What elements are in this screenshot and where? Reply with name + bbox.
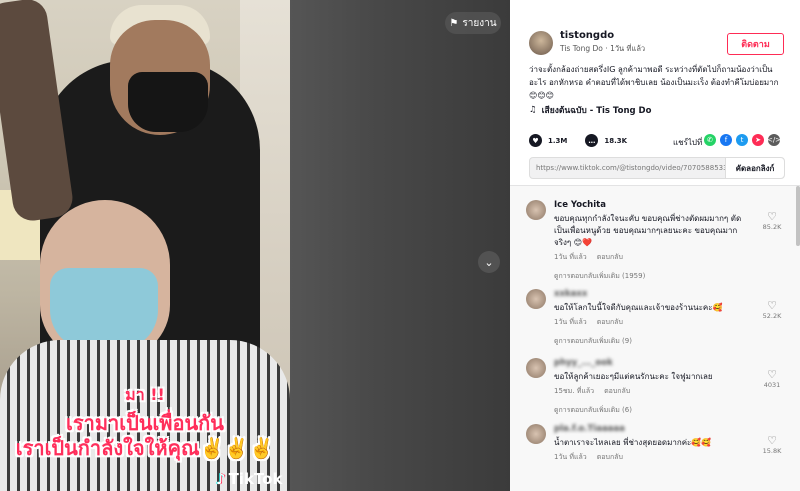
view-more-replies[interactable]: ดูการตอบกลับเพิ่มเติม (1959) [554, 271, 754, 282]
video-overlay-text-1: มา !! [125, 385, 165, 404]
author-subline: Tis Tong Do · 1วัน ที่แล้ว [560, 43, 645, 55]
engagement-stats: ♥ 1.3M … 18.3K [529, 134, 627, 147]
info-panel: tistongdo Tis Tong Do · 1วัน ที่แล้ว ติด… [510, 0, 800, 491]
comment-text: ขอให้ลูกค้าเยอะๆมีแต่คนรักนะคะ ใจฟูมากเล… [554, 372, 713, 381]
comment-like-count: 85.2K [762, 223, 782, 231]
share-label: แชร์ไปที่ [673, 138, 703, 147]
comments-scrollbar[interactable] [796, 186, 800, 246]
comment-like[interactable]: ♡ 4031 [760, 368, 784, 389]
tiktok-watermark: ♪ TikTok [216, 470, 282, 488]
video-url-box: https://www.tiktok.com/@tistongdo/video/… [529, 157, 785, 179]
comment-time: 1วัน ที่แล้ว [554, 253, 587, 261]
comment-time: 1วัน ที่แล้ว [554, 453, 587, 461]
comment-meta: 1วัน ที่แล้ว ตอบกลับ [554, 317, 754, 328]
commenter-avatar[interactable] [526, 200, 546, 220]
like-count: 1.3M [548, 136, 568, 145]
report-label: รายงาน [462, 17, 497, 29]
comment-like[interactable]: ♡ 15.8K [760, 434, 784, 455]
commenter-name[interactable]: phyy_..._ook [554, 358, 754, 368]
author-display-name: Tis Tong Do [560, 44, 603, 53]
comment-text: ขอบคุณทุกกำลังใจนะคับ ขอบคุณพี่ช่างตัดผม… [554, 214, 742, 247]
view-more-replies[interactable]: ดูการตอบกลับเพิ่มเติม (6) [554, 405, 754, 416]
comment-time: 1วัน ที่แล้ว [554, 318, 587, 326]
commenter-avatar[interactable] [526, 289, 546, 309]
video-url[interactable]: https://www.tiktok.com/@tistongdo/video/… [530, 164, 725, 172]
whatsapp-icon[interactable]: ✆ [704, 134, 716, 146]
client-mask [50, 268, 158, 350]
commenter-name[interactable]: xxkaxx [554, 289, 754, 299]
reply-button[interactable]: ตอบกลับ [597, 252, 623, 263]
heart-outline-icon[interactable]: ♡ [760, 210, 784, 223]
report-button[interactable]: ⚑ รายงาน [445, 12, 501, 34]
comment-time: 15ชม. ที่แล้ว [554, 387, 595, 395]
video-caption: ว่าจะตั้งกล้องถ่ายสดรึ่งIG ลูกค้ามาพอดี … [529, 65, 779, 100]
comment-meta: 1วัน ที่แล้ว ตอบกลับ [554, 252, 754, 263]
heart-outline-icon[interactable]: ♡ [760, 368, 784, 381]
commenter-name[interactable]: pla.f.o.Tiaaaaa [554, 424, 754, 434]
commenter-name[interactable]: Ice Yochita [554, 200, 754, 210]
heart-outline-icon[interactable]: ♡ [760, 299, 784, 312]
video-frame[interactable]: มา !! เรามาเป็นเพื่อนกัน เราเป็นกำลังใจใ… [0, 0, 290, 491]
tiktok-logo-icon: ♪ [216, 470, 226, 488]
heart-outline-icon[interactable]: ♡ [760, 434, 784, 447]
reply-button[interactable]: ตอบกลับ [597, 317, 623, 328]
author-avatar[interactable] [529, 30, 553, 55]
chevron-down-icon: ⌄ [484, 255, 494, 269]
post-time: 1วัน ที่แล้ว [610, 44, 646, 53]
comment-count: 18.3K [604, 136, 628, 145]
telegram-icon[interactable]: ➤ [752, 134, 764, 146]
facebook-icon[interactable]: f [720, 134, 732, 146]
music-note-icon: ♫ [529, 105, 537, 115]
comment-text: ขอให้โลกใบนี้ใจดีกับคุณและเจ้าของร้านนะค… [554, 303, 723, 312]
comment-icon[interactable]: … [585, 134, 599, 147]
video-overlay-text-3: เราเป็นกำลังใจให้คุณ✌️✌️✌️ [15, 436, 275, 460]
twitter-icon[interactable]: t [736, 134, 748, 146]
comment-like-count: 15.8K [762, 447, 782, 455]
music-link[interactable]: ♫ เสียงต้นฉบับ - Tis Tong Do [529, 103, 651, 117]
video-blurred-backdrop [290, 0, 510, 491]
author-username[interactable]: tistongdo [560, 30, 645, 41]
comment-like-count: 4031 [763, 381, 781, 389]
comment-like[interactable]: ♡ 52.2K [760, 299, 784, 320]
view-more-replies[interactable]: ดูการตอบกลับเพิ่มเติม (9) [554, 336, 754, 347]
tiktok-watermark-label: TikTok [228, 470, 283, 488]
share-icons: ✆ f t ➤ </> [704, 134, 781, 146]
comment-like-count: 52.2K [762, 312, 782, 320]
next-video-button[interactable]: ⌄ [478, 251, 500, 273]
music-title[interactable]: เสียงต้นฉบับ - Tis Tong Do [542, 103, 652, 117]
flag-icon: ⚑ [449, 17, 459, 29]
follow-button[interactable]: ติดตาม [727, 33, 784, 55]
copy-link-button[interactable]: คัดลอกลิงก์ [725, 158, 784, 178]
comment-like[interactable]: ♡ 85.2K [760, 210, 784, 231]
comment-text: น้ำตาเราจะไหลเลย พี่ช่างสุดยอดมากค่ะ🥰🥰 [554, 438, 712, 447]
embed-icon[interactable]: </> [767, 134, 781, 146]
author-info[interactable]: tistongdo Tis Tong Do · 1วัน ที่แล้ว [529, 30, 645, 55]
reply-button[interactable]: ตอบกลับ [597, 452, 623, 463]
video-player-area[interactable]: มา !! เรามาเป็นเพื่อนกัน เราเป็นกำลังใจใ… [0, 0, 510, 491]
comment-list[interactable]: Ice Yochita ขอบคุณทุกกำลังใจนะคับ ขอบคุณ… [510, 186, 800, 491]
reply-button[interactable]: ตอบกลับ [604, 386, 630, 397]
commenter-avatar[interactable] [526, 424, 546, 444]
like-heart-icon[interactable]: ♥ [529, 134, 542, 147]
comment-meta: 15ชม. ที่แล้ว ตอบกลับ [554, 386, 754, 397]
commenter-avatar[interactable] [526, 358, 546, 378]
barber-mask [128, 72, 208, 132]
comment-meta: 1วัน ที่แล้ว ตอบกลับ [554, 452, 754, 463]
